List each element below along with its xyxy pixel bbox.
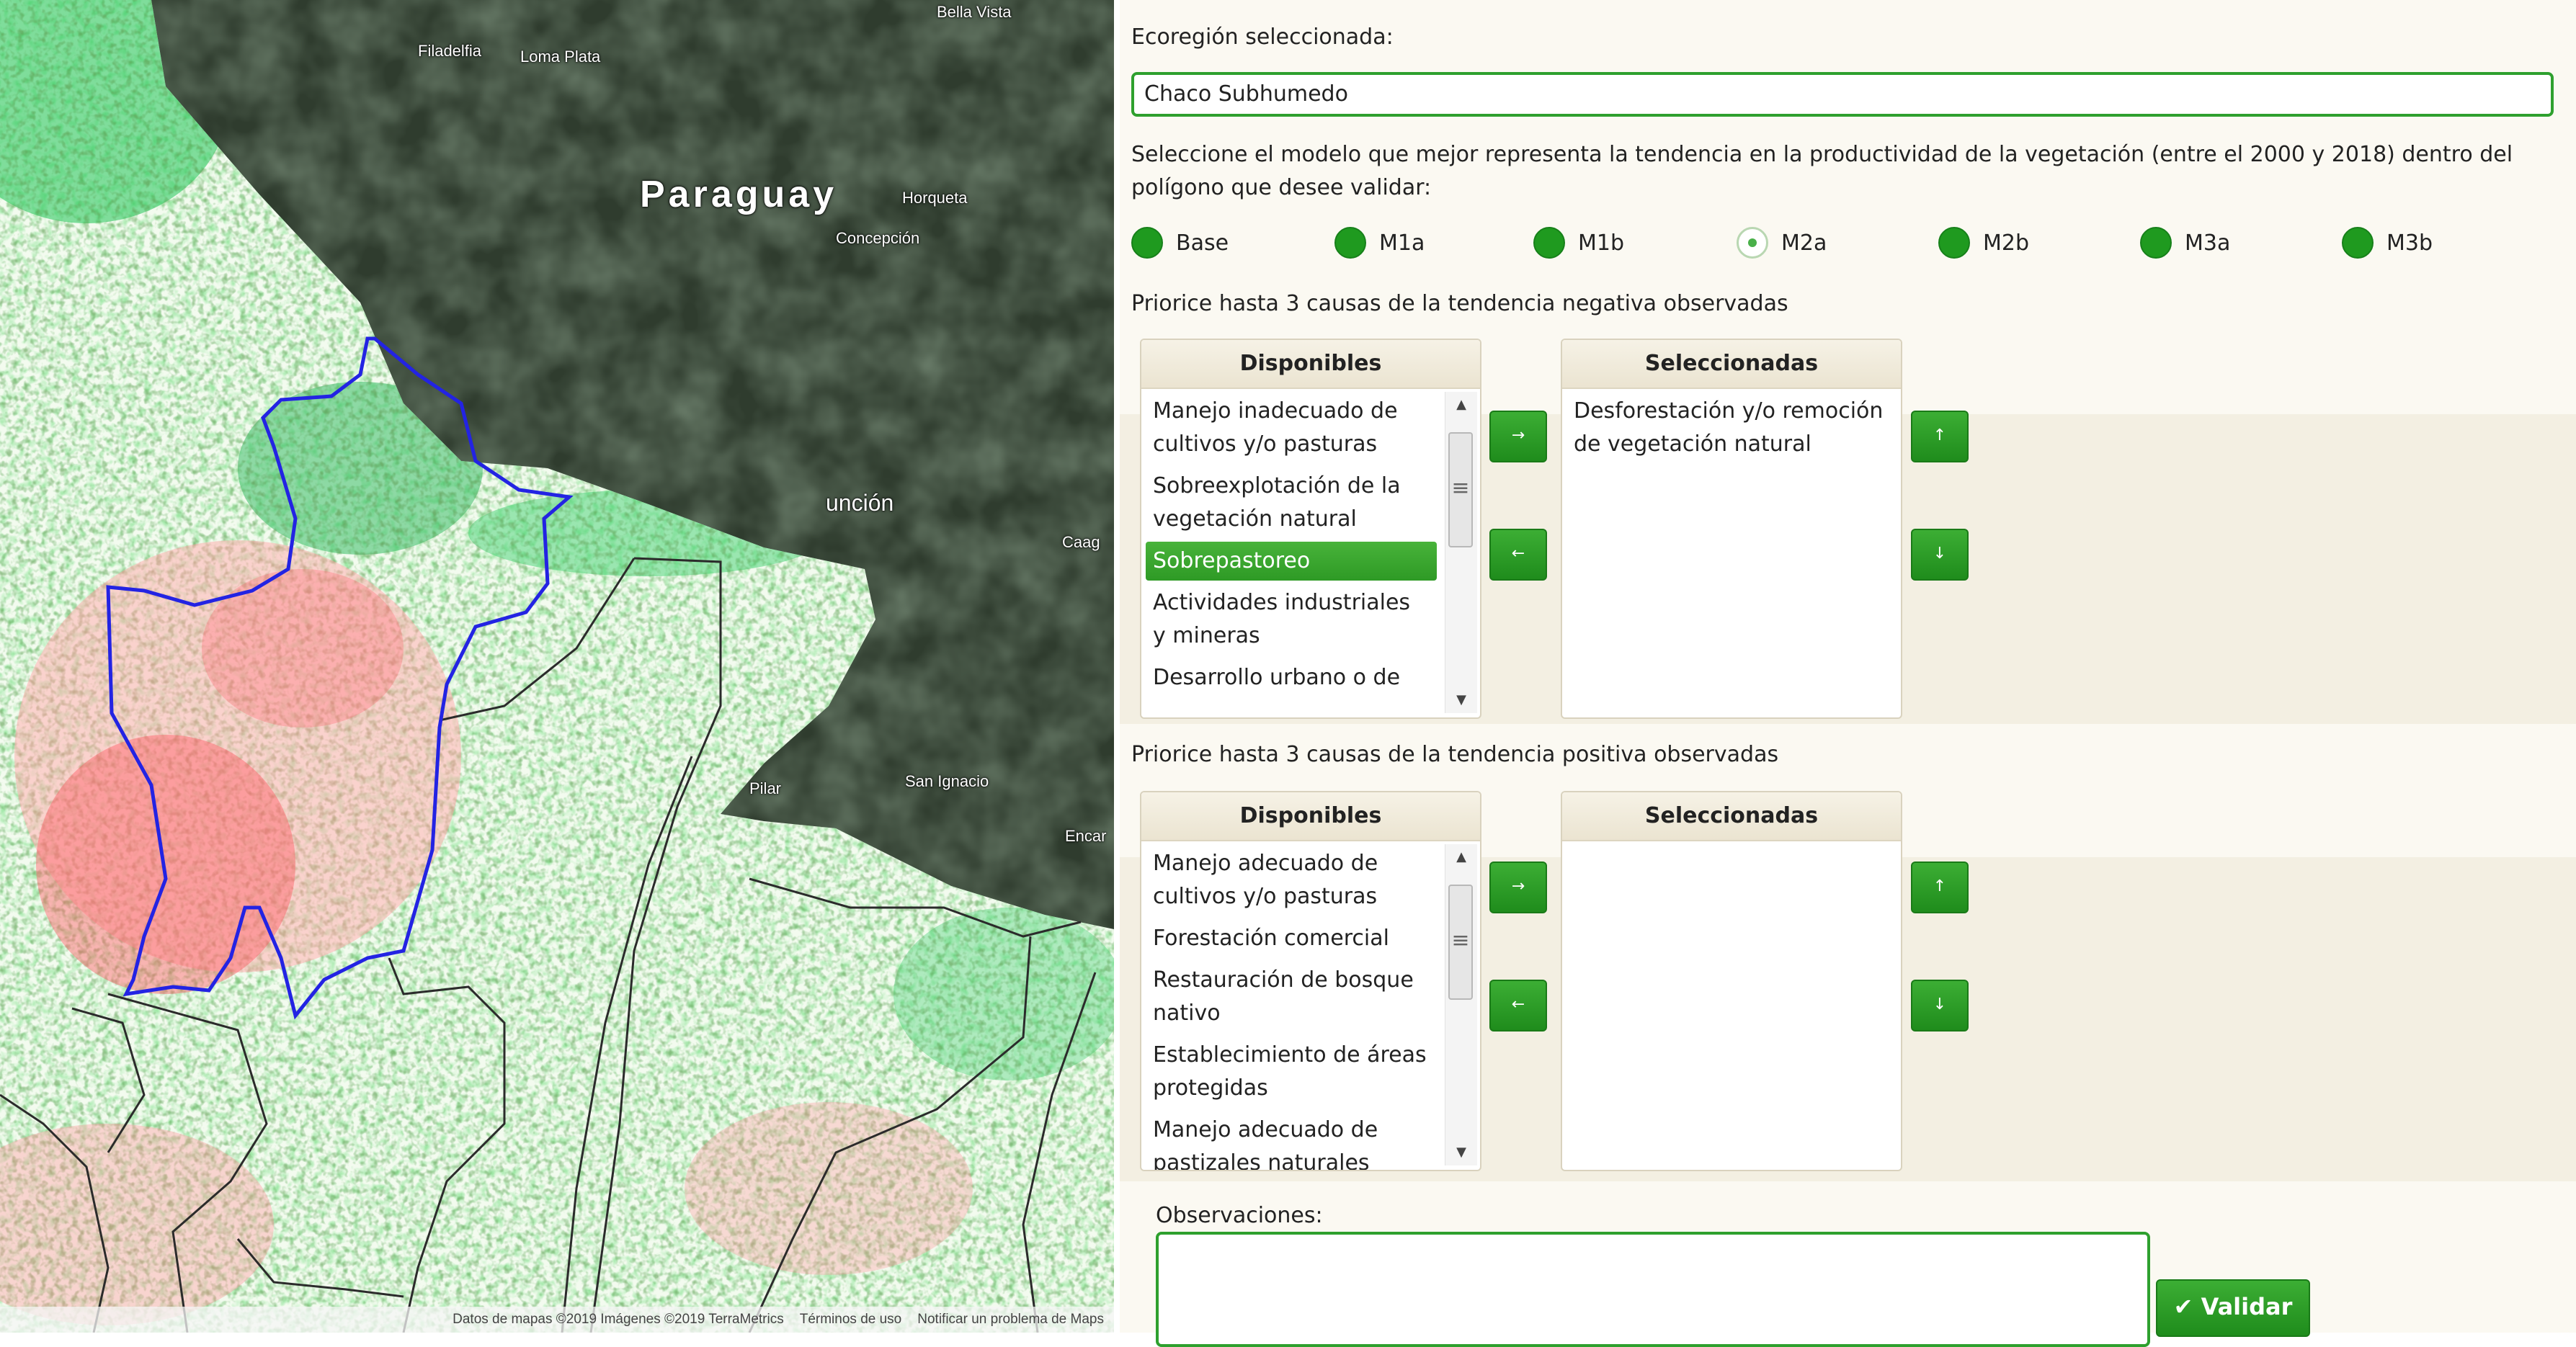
positive-selected-list[interactable]: Seleccionadas: [1561, 791, 1902, 1171]
validate-button[interactable]: ✔ Validar: [2156, 1279, 2310, 1337]
radio-label: M2b: [1983, 230, 2030, 256]
radio-model-base[interactable]: Base: [1131, 225, 1229, 261]
move-up-negative-button[interactable]: ↑: [1911, 411, 1969, 462]
map-label-bella-vista: Bella Vista: [937, 3, 1012, 21]
list-item-selected[interactable]: Sobrepastoreo: [1146, 542, 1437, 581]
radio-model-m2a[interactable]: M2a: [1737, 225, 1827, 261]
map-label-filadelfia: Filadelfia: [418, 42, 482, 60]
radio-model-m2b[interactable]: M2b: [1938, 225, 2029, 261]
map-label-loma-plata: Loma Plata: [520, 48, 601, 66]
scroll-up-icon[interactable]: ▲: [1445, 844, 1477, 870]
map-label-caaguazu: Caag: [1062, 533, 1100, 551]
scroll-thumb[interactable]: [1448, 885, 1473, 1000]
map-view[interactable]: Bella Vista Filadelfia Loma Plata Paragu…: [0, 0, 1114, 1333]
model-radio-group: Base M1a M1b M2a M2b M3a M3b: [1131, 216, 2565, 274]
list-header: Disponibles: [1141, 792, 1480, 841]
radio-button[interactable]: [1334, 227, 1366, 259]
add-negative-button[interactable]: →: [1489, 411, 1547, 462]
model-prompt: Seleccione el modelo que mejor represent…: [1131, 142, 2513, 200]
map-attribution: Datos de mapas ©2019 Imágenes ©2019 Terr…: [0, 1307, 1114, 1333]
list-item[interactable]: Establecimiento de áreas protegidas: [1146, 1036, 1437, 1108]
radio-label: M2a: [1781, 230, 1827, 256]
list-item[interactable]: Manejo adecuado de pastizales naturales: [1146, 1111, 1437, 1170]
positive-available-list[interactable]: Disponibles Manejo adecuado de cultivos …: [1140, 791, 1481, 1171]
negative-selected-list[interactable]: Seleccionadas Desforestación y/o remoció…: [1561, 339, 1902, 719]
list-header: Seleccionadas: [1562, 792, 1901, 841]
scroll-down-icon[interactable]: ▼: [1445, 687, 1477, 713]
validation-panel: Ecoregión seleccionada: Chaco Subhumedo …: [1120, 0, 2576, 1347]
list-item[interactable]: Forestación comercial: [1146, 919, 1437, 958]
add-positive-button[interactable]: →: [1489, 862, 1547, 913]
radio-model-m3b[interactable]: M3b: [2342, 225, 2433, 261]
move-down-negative-button[interactable]: ↓: [1911, 529, 1969, 581]
list-item[interactable]: Actividades industriales y mineras: [1146, 583, 1437, 655]
scroll-thumb[interactable]: [1448, 432, 1473, 547]
map-label-horqueta: Horqueta: [902, 189, 968, 207]
map-label-concepcion: Concepción: [836, 229, 920, 247]
scroll-down-icon[interactable]: ▼: [1445, 1140, 1477, 1165]
radio-button[interactable]: [1533, 227, 1565, 259]
radio-label: M1a: [1379, 230, 1425, 256]
ecoregion-field[interactable]: Chaco Subhumedo: [1131, 72, 2554, 117]
ecoregion-label: Ecoregión seleccionada:: [1131, 24, 1394, 50]
map-report-link[interactable]: Notificar un problema de Maps: [917, 1312, 1104, 1328]
list-header: Seleccionadas: [1562, 340, 1901, 389]
map-terms-link[interactable]: Términos de uso: [800, 1312, 902, 1328]
scroll-up-icon[interactable]: ▲: [1445, 392, 1477, 418]
positive-prompt: Priorice hasta 3 causas de la tendencia …: [1131, 742, 1779, 767]
move-up-positive-button[interactable]: ↑: [1911, 862, 1969, 913]
radio-label: M3b: [2386, 230, 2433, 256]
list-header: Disponibles: [1141, 340, 1480, 389]
list-item[interactable]: Restauración de bosque nativo: [1146, 961, 1437, 1033]
radio-button-selected[interactable]: [1737, 227, 1768, 259]
map-data-credit: Datos de mapas ©2019 Imágenes ©2019 Terr…: [453, 1312, 784, 1327]
list-item[interactable]: Sobreexplotación de la vegetación natura…: [1146, 467, 1437, 539]
list-item[interactable]: Desarrollo urbano o de: [1146, 658, 1437, 697]
radio-model-m1b[interactable]: M1b: [1533, 225, 1624, 261]
radio-model-m1a[interactable]: M1a: [1334, 225, 1425, 261]
map-label-pilar: Pilar: [749, 779, 782, 797]
scrollbar[interactable]: ▲ ▼: [1445, 392, 1477, 713]
remove-negative-button[interactable]: ←: [1489, 529, 1547, 581]
radio-label: M1b: [1578, 230, 1625, 256]
radio-label: M3a: [2185, 230, 2231, 256]
move-down-positive-button[interactable]: ↓: [1911, 980, 1969, 1031]
radio-button[interactable]: [1131, 227, 1163, 259]
radio-button[interactable]: [2140, 227, 2172, 259]
radio-button[interactable]: [2342, 227, 2374, 259]
radio-button[interactable]: [1938, 227, 1970, 259]
observations-textarea[interactable]: [1156, 1232, 2150, 1347]
map-label-encarnacion: Encar: [1065, 827, 1107, 845]
radio-label: Base: [1176, 230, 1229, 256]
map-label-asuncion: unción: [826, 490, 894, 516]
radio-model-m3a[interactable]: M3a: [2140, 225, 2230, 261]
list-item[interactable]: Manejo adecuado de cultivos y/o pasturas: [1146, 844, 1437, 916]
list-item[interactable]: Manejo inadecuado de cultivos y/o pastur…: [1146, 392, 1437, 464]
negative-prompt: Priorice hasta 3 causas de la tendencia …: [1131, 291, 1788, 316]
negative-available-list[interactable]: Disponibles Manejo inadecuado de cultivo…: [1140, 339, 1481, 719]
map-label-san-ignacio: San Ignacio: [905, 772, 989, 790]
map-label-country: Paraguay: [640, 174, 838, 215]
observations-label: Observaciones:: [1156, 1203, 1323, 1228]
list-item[interactable]: Desforestación y/o remoción de vegetació…: [1566, 392, 1894, 464]
remove-positive-button[interactable]: ←: [1489, 980, 1547, 1031]
scrollbar[interactable]: ▲ ▼: [1445, 844, 1477, 1165]
